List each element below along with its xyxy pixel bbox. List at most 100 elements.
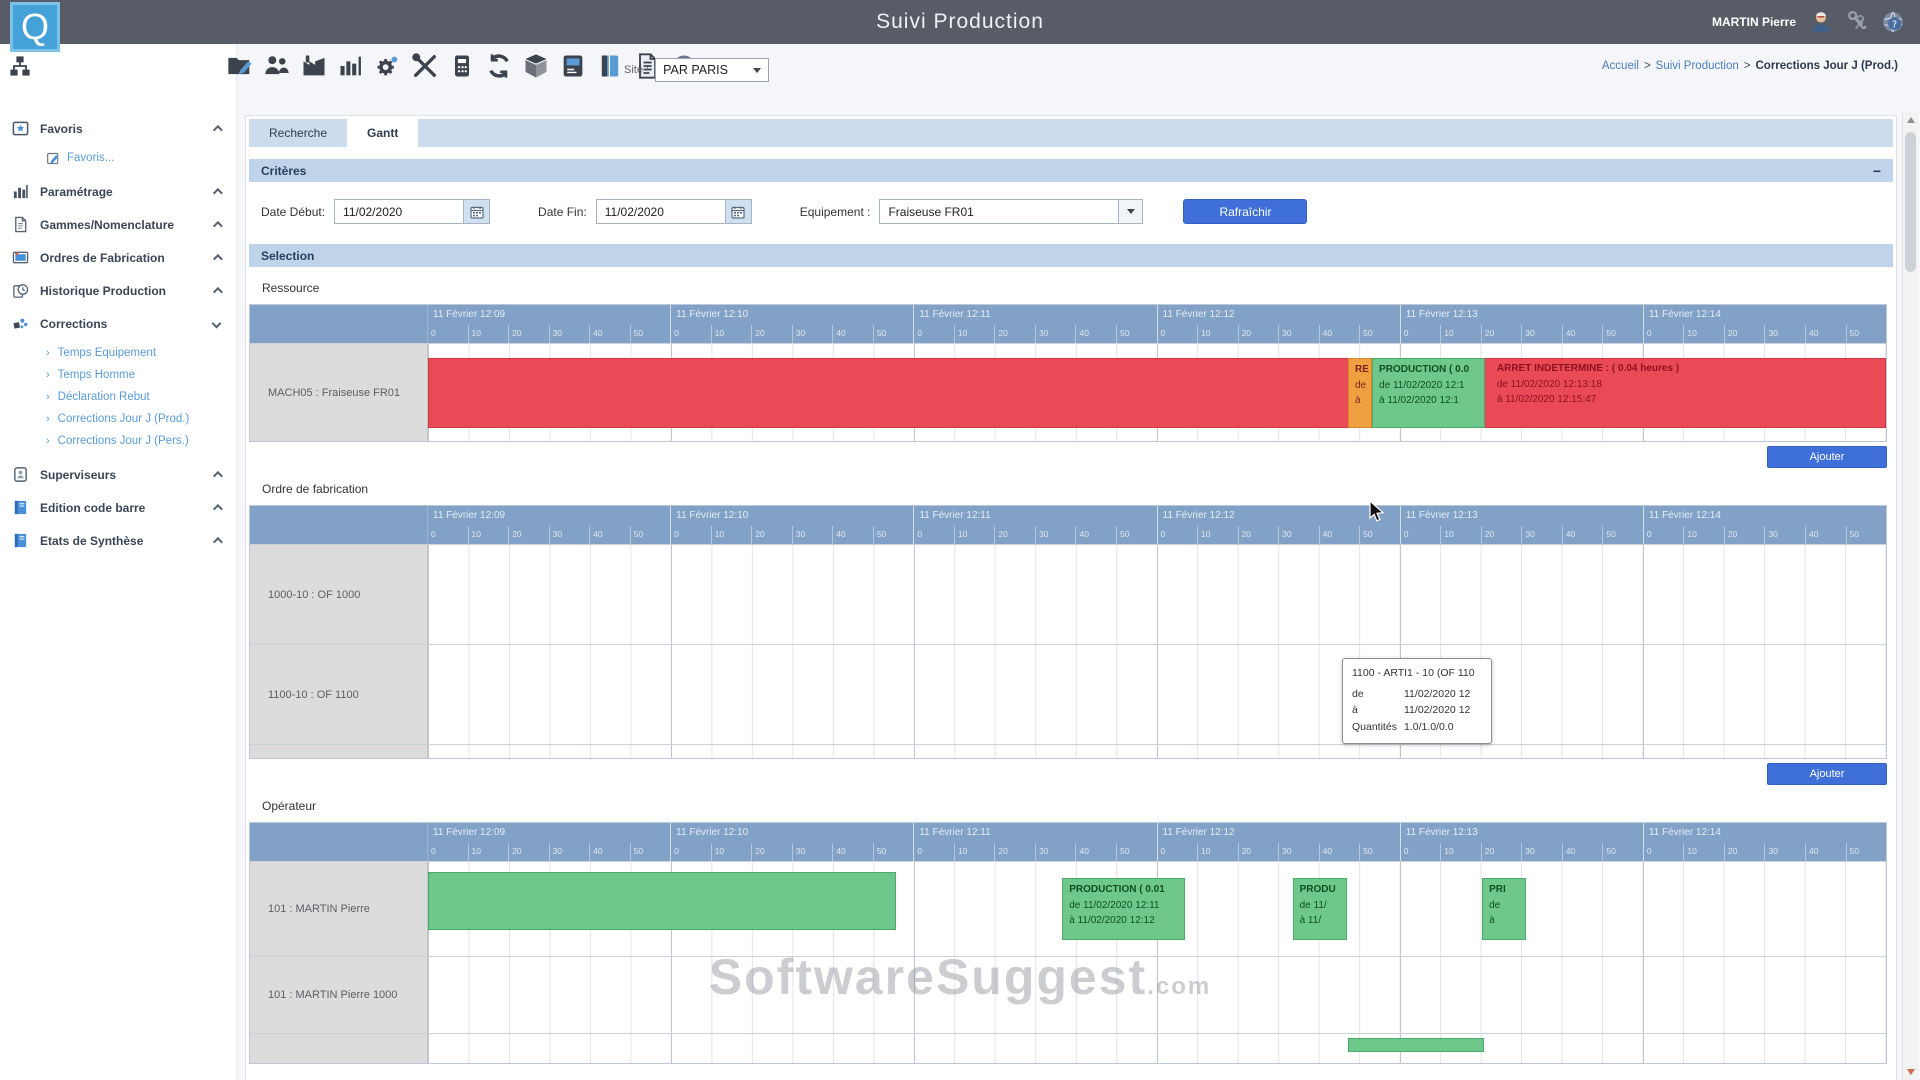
breadcrumb-item-suivi-production[interactable]: Suivi Production: [1656, 60, 1739, 72]
refresh-button[interactable]: Rafraîchir: [1183, 199, 1307, 224]
criteria-form: Date Début: Date Fin: Equipement : Frais…: [249, 182, 1893, 238]
scrollbar-thumb[interactable]: [1905, 132, 1916, 272]
sidebar-subitem-corrections-jour-j-prod[interactable]: ›Corrections Jour J (Prod.): [0, 408, 236, 430]
users-icon[interactable]: [263, 52, 291, 80]
vertical-scrollbar[interactable]: [1902, 112, 1918, 1080]
sidebar-item-parametrage[interactable]: Paramétrage: [0, 175, 236, 208]
gantt-timeline[interactable]: [428, 957, 1886, 1033]
chevron-up-icon[interactable]: [213, 471, 223, 481]
gantt-time-label: 11 Février 12:10: [671, 506, 913, 526]
keys-icon[interactable]: [1844, 9, 1870, 35]
gantt-bar-text: PRI: [1483, 882, 1525, 898]
sidebar-item-favoris[interactable]: Favoris: [0, 112, 236, 145]
sidebar-item-etats-de-synthese[interactable]: Etats de Synthèse: [0, 524, 236, 557]
app-logo: Q: [10, 2, 60, 52]
gantt-tick: 30: [549, 325, 590, 343]
sidebar-subitem-favoris[interactable]: Favoris...: [0, 147, 236, 169]
gantt-bar-production[interactable]: PRODUCTION ( 0.01de 11/02/2020 12:11à 11…: [1062, 878, 1184, 940]
gantt-timeline[interactable]: PRODUCTION ( 0.01de 11/02/2020 12:11à 11…: [428, 862, 1886, 956]
chevron-down-icon[interactable]: [212, 319, 222, 329]
sidebar-item-edition-code-barre[interactable]: Edition code barre: [0, 491, 236, 524]
sidebar-subitem-corrections-jour-j-pers[interactable]: ›Corrections Jour J (Pers.): [0, 430, 236, 452]
gantt-time-label: 11 Février 12:11: [914, 506, 1156, 526]
collapse-button[interactable]: −: [1873, 164, 1881, 178]
gantt-row: MACH05 : Fraiseuse FR01REdeàPRODUCTION (…: [250, 343, 1886, 441]
gantt-tick: 30: [1521, 843, 1562, 861]
gantt-tick: 50: [1116, 843, 1157, 861]
gantt-bar-production[interactable]: [1348, 1038, 1484, 1052]
sidebar-item-gammes-nomenclature[interactable]: Gammes/Nomenclature: [0, 208, 236, 241]
ajouter-button[interactable]: Ajouter: [1767, 763, 1887, 785]
chevron-up-icon[interactable]: [213, 254, 223, 264]
history-icon: [12, 282, 29, 299]
gantt-timeline[interactable]: REdeàPRODUCTION ( 0.0de 11/02/2020 12:1à…: [428, 344, 1886, 441]
tools-icon[interactable]: [411, 52, 439, 80]
chevron-up-icon[interactable]: [213, 125, 223, 135]
gantt-header: 11 Février 12:090102030405011 Février 12…: [250, 506, 1886, 544]
sidebar-subitem-temps-homme[interactable]: ›Temps Homme: [0, 364, 236, 386]
chevron-up-icon[interactable]: [213, 188, 223, 198]
sidebar-subitem-label: Temps Equipement: [58, 347, 156, 359]
chevron-up-icon[interactable]: [213, 221, 223, 231]
sidebar-item-ordres-de-fabrication[interactable]: Ordres de Fabrication: [0, 241, 236, 274]
user-avatar-icon[interactable]: [1808, 9, 1834, 35]
gantt-bar-stop-text[interactable]: ARRET INDETERMINE : ( 0.04 heures )de 11…: [1491, 358, 1882, 428]
gantt-section-title-ressource: Ressource: [262, 281, 1893, 295]
edit-folder-icon[interactable]: [226, 52, 254, 80]
breadcrumb-item-corrections-jour-j-prod: Corrections Jour J (Prod.): [1756, 60, 1899, 72]
gantt-tick: 30: [1764, 843, 1805, 861]
chevron-up-icon[interactable]: [213, 504, 223, 514]
sidebar-subitem-declaration-rebut[interactable]: ›Déclaration Rebut: [0, 386, 236, 408]
gantt-tick: 10: [468, 325, 509, 343]
equipment-select[interactable]: Fraiseuse FR01: [879, 199, 1119, 224]
gantt-timeline[interactable]: [428, 1034, 1886, 1063]
terminal-icon[interactable]: [559, 52, 587, 80]
package-icon[interactable]: [522, 52, 550, 80]
gantt-bar-setup[interactable]: REdeà: [1348, 358, 1372, 428]
scroll-up-button[interactable]: [1903, 112, 1919, 128]
gantt-tick: 50: [630, 526, 671, 544]
sidebar-item-superviseurs[interactable]: Superviseurs: [0, 458, 236, 491]
refresh-icon[interactable]: [485, 52, 513, 80]
book-icon[interactable]: [596, 52, 624, 80]
chevron-up-icon[interactable]: [213, 537, 223, 547]
calendar-icon[interactable]: [726, 199, 752, 224]
site-select[interactable]: PAR PARIS: [655, 58, 769, 82]
chevron-down-icon[interactable]: [1119, 199, 1143, 224]
sidebar-item-label: Etats de Synthèse: [40, 534, 213, 548]
tooltip-value: 11/02/2020 12: [1404, 702, 1470, 718]
ajouter-button[interactable]: Ajouter: [1767, 446, 1887, 468]
date-start-input[interactable]: [334, 199, 464, 224]
tab-gantt[interactable]: Gantt: [347, 119, 418, 147]
gantt-bar-text: ARRET INDETERMINE : ( 0.04 heures ): [1491, 361, 1882, 377]
gantt-bar-production[interactable]: PRIdeà: [1482, 878, 1526, 940]
sidebar-item-corrections[interactable]: Corrections: [0, 307, 236, 340]
breadcrumb-item-accueil[interactable]: Accueil: [1602, 60, 1639, 72]
tree-icon[interactable]: [8, 54, 32, 78]
gantt-bar-production[interactable]: [428, 872, 896, 930]
gantt-time-group: 11 Février 12:1201020304050: [1157, 305, 1400, 343]
gantt-time-label: 11 Février 12:09: [428, 305, 670, 325]
favorites-icon: [12, 120, 29, 137]
gantt-timeline[interactable]: [428, 645, 1886, 744]
sidebar-subitem-temps-equipement[interactable]: ›Temps Equipement: [0, 342, 236, 364]
gantt-ticks: 01020304050: [1158, 325, 1400, 343]
gantt-time-label: 11 Février 12:09: [428, 823, 670, 843]
sidebar-item-historique-production[interactable]: Historique Production: [0, 274, 236, 307]
factory-icon[interactable]: [300, 52, 328, 80]
calendar-icon[interactable]: [464, 199, 490, 224]
chart-icon[interactable]: [337, 52, 365, 80]
gantt-timeline[interactable]: [428, 745, 1886, 758]
date-end-input[interactable]: [596, 199, 726, 224]
scroll-down-button[interactable]: [1903, 1064, 1919, 1080]
help-globe-icon[interactable]: ?: [1880, 9, 1906, 35]
gantt-bar-production[interactable]: PRODUde 11/à 11/: [1293, 878, 1347, 940]
gantt-bar-production[interactable]: PRODUCTION ( 0.0de 11/02/2020 12:1à 11/0…: [1372, 358, 1485, 428]
tab-recherche[interactable]: Recherche: [249, 119, 347, 147]
gantt-tick: 20: [1481, 325, 1522, 343]
gantt-header: 11 Février 12:09 0102030405011 Février 12…: [250, 305, 1886, 343]
calculator-icon[interactable]: [448, 52, 476, 80]
chevron-up-icon[interactable]: [213, 287, 223, 297]
gantt-timeline[interactable]: [428, 545, 1886, 644]
gears-icon[interactable]: [374, 52, 402, 80]
